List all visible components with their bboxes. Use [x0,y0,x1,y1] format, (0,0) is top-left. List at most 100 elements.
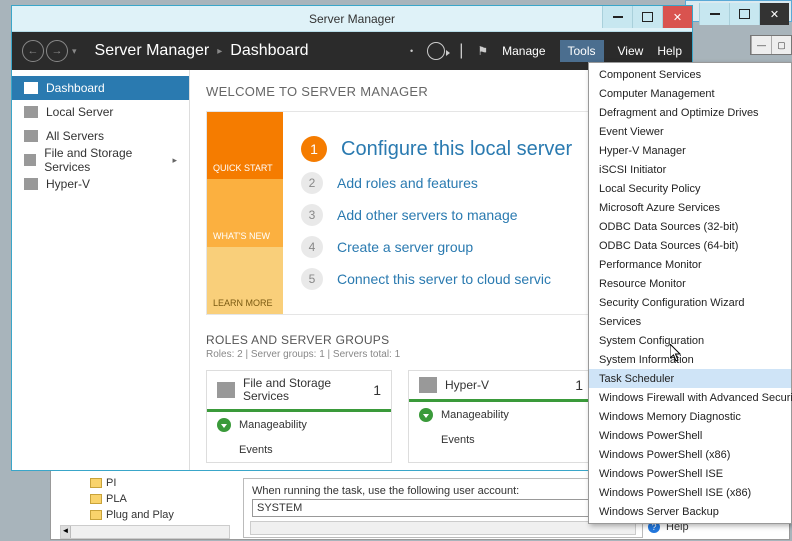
tools-menu-item[interactable]: Services [589,312,791,331]
maximize-button[interactable] [632,6,662,28]
step-number: 3 [301,204,323,226]
welcome-side-tabs: QUICK START WHAT'S NEW LEARN MORE [207,112,283,314]
background-tree: PI PLA Plug and Play [90,475,230,523]
tree-item[interactable]: PLA [90,491,230,507]
bg2-maximize[interactable]: ▢ [771,36,791,54]
storage-icon [217,382,235,398]
step-number: 1 [301,136,327,162]
sidebar-item-local-server[interactable]: Local Server [12,100,189,124]
breadcrumb-page[interactable]: Dashboard [230,42,308,60]
step-number: 5 [301,268,323,290]
tools-menu-item[interactable]: Computer Management [589,84,791,103]
task-user-value: SYSTEM [257,502,302,514]
tile-count: 1 [575,377,583,393]
refresh-icon[interactable] [427,42,445,60]
tools-menu-item[interactable]: Windows Firewall with Advanced Security [589,388,791,407]
servers-icon [24,130,38,142]
tree-item[interactable]: PI [90,475,230,491]
dashboard-icon [24,82,38,94]
status-ok-icon [419,408,433,422]
hyperv-icon [24,178,38,190]
menu-tools[interactable]: Tools [560,40,604,62]
tools-menu-item[interactable]: iSCSI Initiator [589,160,791,179]
bg-minimize-button[interactable] [699,3,729,25]
nav-dropdown-icon[interactable]: ▾ [72,46,77,57]
tools-menu-item[interactable]: Security Configuration Wizard [589,293,791,312]
tile-row-manageability[interactable]: Manageability [207,412,391,438]
status-ok-icon [217,418,231,432]
bg-close-button[interactable] [759,3,789,25]
tools-menu-item[interactable]: Event Viewer [589,122,791,141]
tools-menu-item[interactable]: Performance Monitor [589,255,791,274]
step-label: Add other servers to manage [337,207,518,223]
tools-dropdown-menu: Component ServicesComputer ManagementDef… [588,62,792,524]
tile-name: File and Storage Services [243,377,365,403]
tile-row-manageability[interactable]: Manageability [409,402,593,428]
step-number: 2 [301,172,323,194]
menu-manage[interactable]: Manage [502,44,545,58]
tile-count: 1 [373,382,381,398]
sidebar-label: All Servers [46,129,104,143]
nav-buttons: ← → ▾ [22,40,77,62]
tools-menu-item[interactable]: Defragment and Optimize Drives [589,103,791,122]
tile-row-events[interactable]: Events [409,428,593,452]
tile-hyperv[interactable]: Hyper-V 1 Manageability Events [408,370,594,463]
tab-learn-more[interactable]: LEARN MORE [207,247,283,314]
task-user-panel: When running the task, use the following… [243,478,643,538]
tools-menu-item[interactable]: System Configuration [589,331,791,350]
task-user-field[interactable]: SYSTEM ▾ [252,499,634,517]
tools-menu-item[interactable]: Resource Monitor [589,274,791,293]
menu-help[interactable]: Help [657,44,682,58]
tools-menu-item[interactable]: Local Security Policy [589,179,791,198]
tools-menu-item[interactable]: Windows PowerShell ISE (x86) [589,483,791,502]
sidebar-label: Local Server [46,105,113,119]
title-bar[interactable]: Server Manager [12,6,692,32]
step-label: Add roles and features [337,175,478,191]
sidebar-label: Hyper-V [46,177,90,191]
tile-name: Hyper-V [445,379,567,392]
bg-maximize-button[interactable] [729,3,759,25]
folder-icon [90,478,102,488]
mouse-cursor-icon [670,344,682,362]
step-label: Create a server group [337,239,473,255]
tools-menu-item[interactable]: Task Scheduler [589,369,791,388]
task-panel-scrollbar[interactable] [250,521,636,535]
window-title: Server Manager [12,12,692,26]
step-label: Connect this server to cloud servic [337,271,551,287]
tools-menu-item[interactable]: Windows PowerShell (x86) [589,445,791,464]
tools-menu-item[interactable]: Component Services [589,65,791,84]
tab-quick-start[interactable]: QUICK START [207,112,283,179]
tools-menu-item[interactable]: ODBC Data Sources (32-bit) [589,217,791,236]
header-actions: • | ⚑ Manage Tools View Help [410,40,682,62]
tile-file-storage[interactable]: File and Storage Services 1 Manageabilit… [206,370,392,463]
tools-menu-item[interactable]: Windows PowerShell ISE [589,464,791,483]
chevron-right-icon: ▸ [172,155,177,166]
sidebar-item-all-servers[interactable]: All Servers [12,124,189,148]
minimize-button[interactable] [602,6,632,28]
tile-row-events[interactable]: Events [207,438,391,462]
tools-menu-item[interactable]: Windows Memory Diagnostic [589,407,791,426]
tools-menu-item[interactable]: System Information [589,350,791,369]
tools-menu-item[interactable]: Windows Server Backup [589,502,791,521]
sidebar-item-hyperv[interactable]: Hyper-V [12,172,189,196]
tools-menu-item[interactable]: Microsoft Azure Services [589,198,791,217]
tools-menu-item[interactable]: Hyper-V Manager [589,141,791,160]
tab-whats-new[interactable]: WHAT'S NEW [207,179,283,246]
background-window-titlebar [685,0,792,22]
breadcrumb: Server Manager ▸ Dashboard [95,42,309,60]
close-button[interactable] [662,6,692,28]
task-user-label: When running the task, use the following… [244,479,642,499]
flag-icon[interactable]: ⚑ [477,44,488,58]
sidebar-item-file-storage[interactable]: File and Storage Services ▸ [12,148,189,172]
back-button[interactable]: ← [22,40,44,62]
background-scrollbar[interactable]: ◄ [60,525,230,539]
forward-button[interactable]: → [46,40,68,62]
tools-menu-item[interactable]: ODBC Data Sources (64-bit) [589,236,791,255]
sidebar-label: Dashboard [46,81,105,95]
menu-view[interactable]: View [618,44,644,58]
bg2-minimize[interactable]: — [751,36,771,54]
breadcrumb-root[interactable]: Server Manager [95,42,210,60]
sidebar-item-dashboard[interactable]: Dashboard [12,76,189,100]
tools-menu-item[interactable]: Windows PowerShell [589,426,791,445]
tree-item[interactable]: Plug and Play [90,507,230,523]
